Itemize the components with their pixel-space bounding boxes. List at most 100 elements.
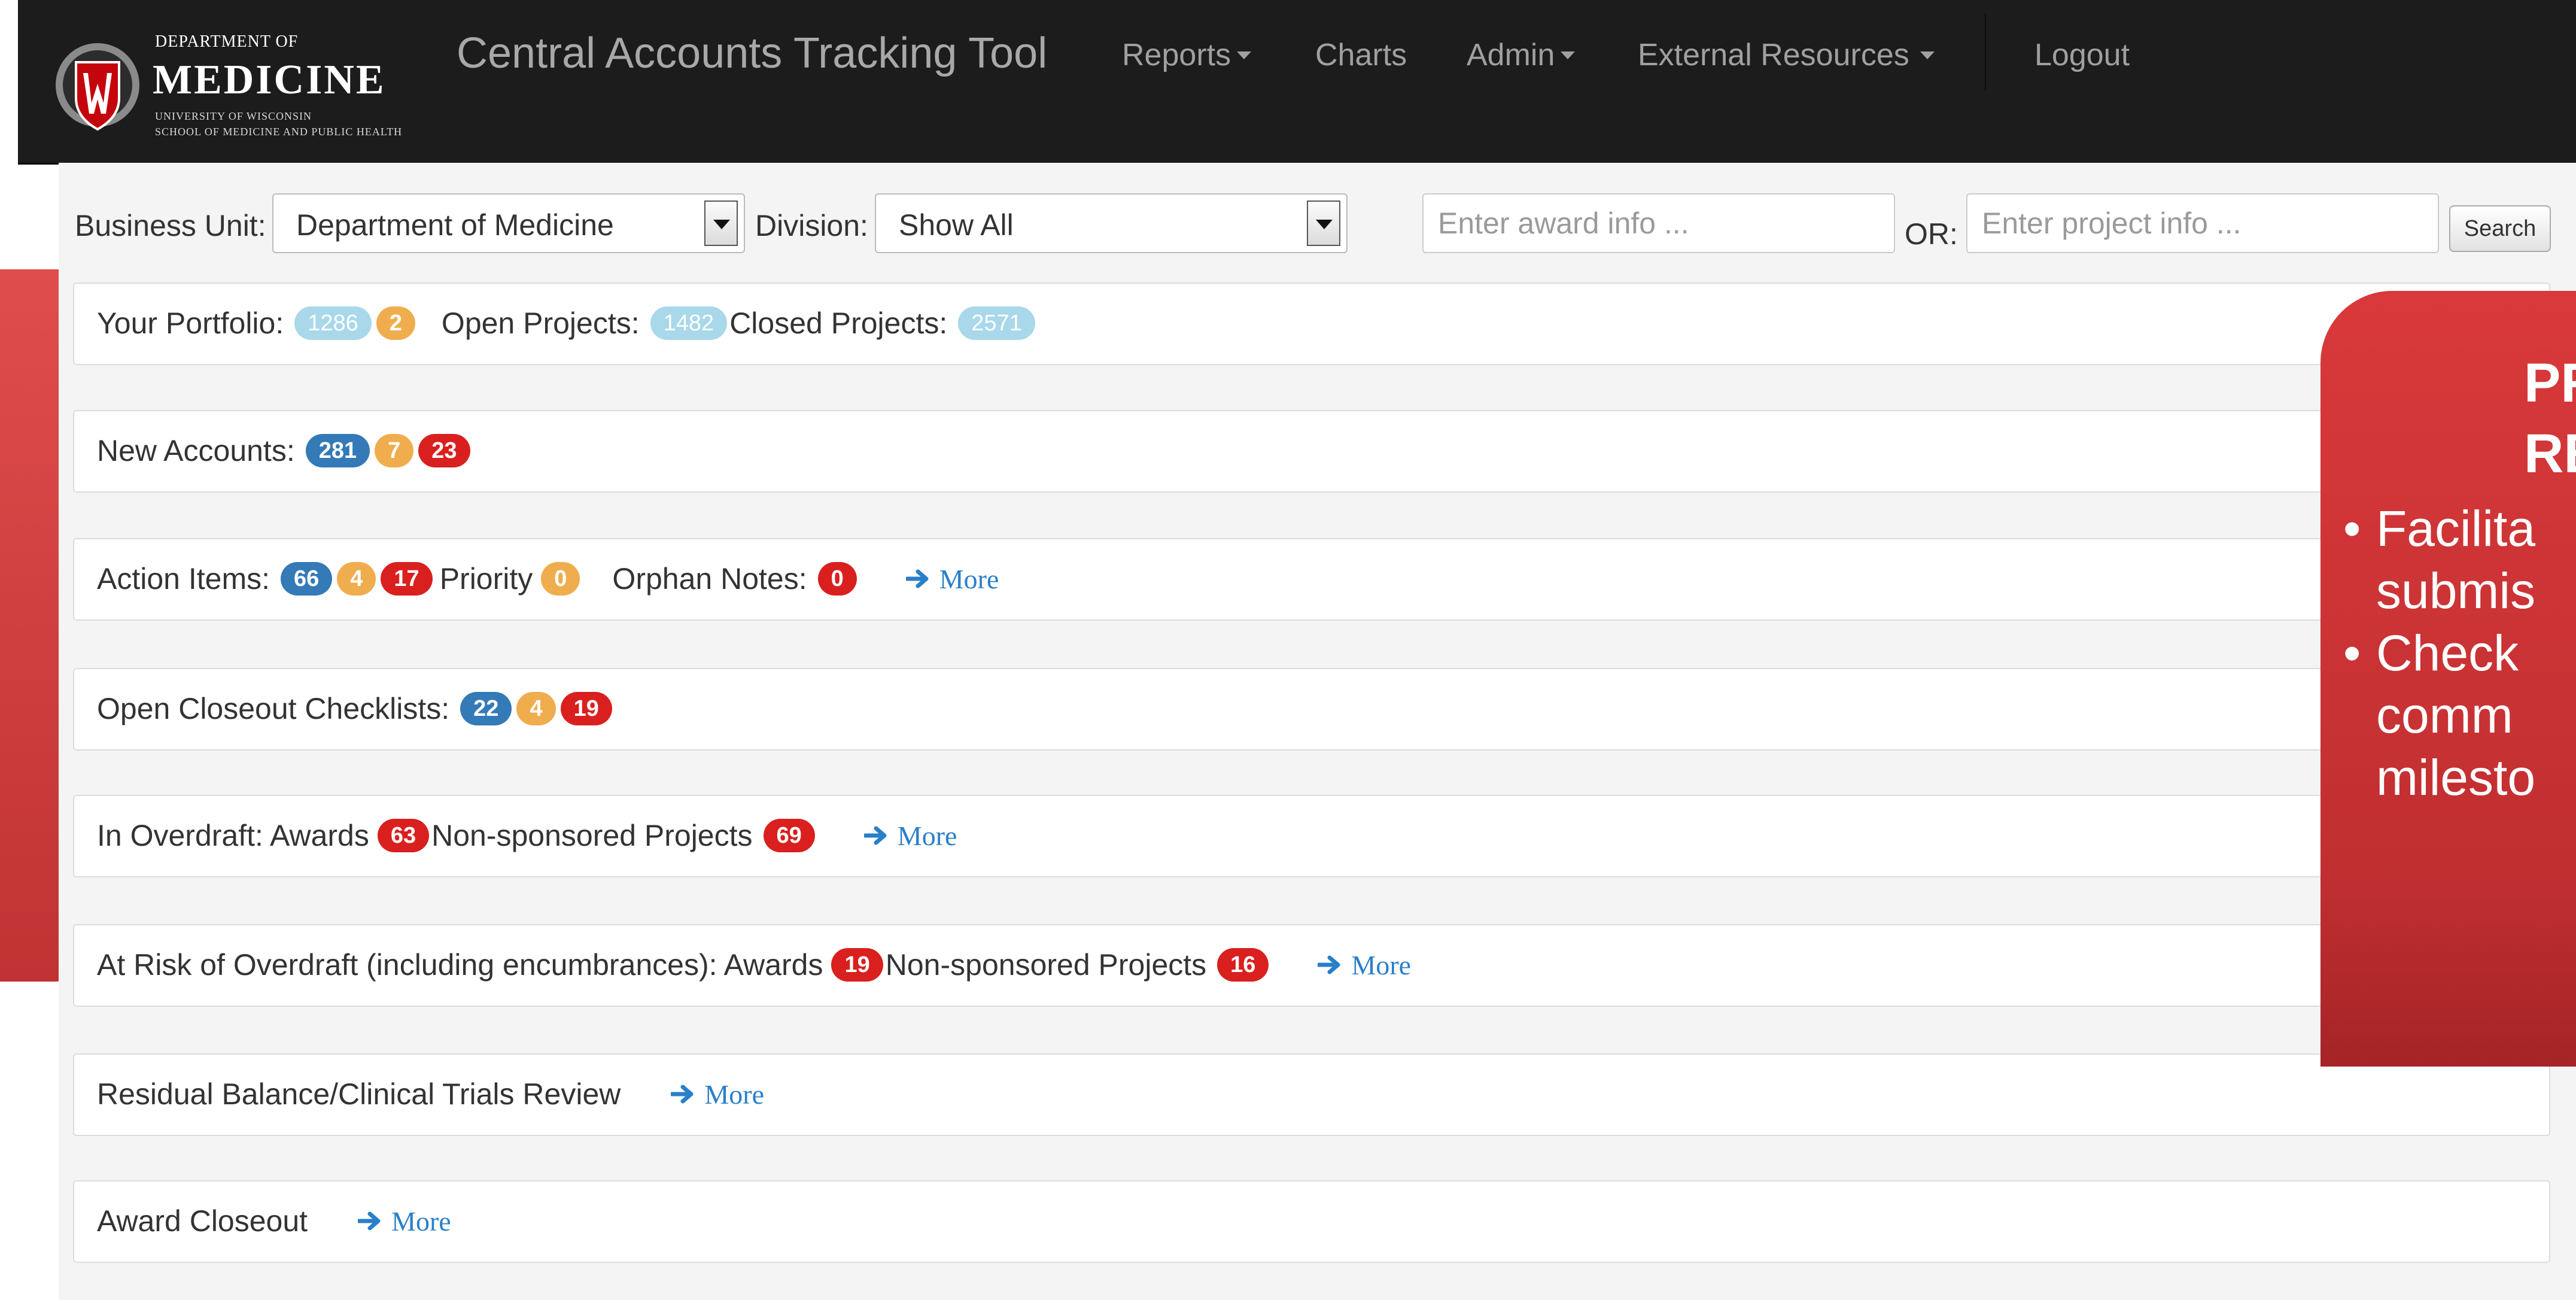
- nav-admin[interactable]: Admin: [1467, 37, 1576, 73]
- action-items-orange-badge[interactable]: 4: [337, 562, 376, 596]
- at-risk-nonsponsored-badge[interactable]: 16: [1217, 948, 1269, 982]
- open-projects-label: Open Projects:: [441, 306, 640, 340]
- at-risk-more-label: More: [1351, 949, 1412, 980]
- orphan-notes-label: Orphan Notes:: [612, 562, 807, 596]
- division-label: Division:: [755, 209, 868, 242]
- chevron-down-icon: [704, 201, 738, 246]
- at-risk-more-link[interactable]: More: [1318, 949, 1411, 981]
- callout-bullet-2-line-2: comm: [2376, 687, 2513, 743]
- new-accounts-panel: New Accounts: 281 7 23: [73, 410, 2550, 493]
- arrow-right-icon: [1318, 955, 1340, 974]
- wisconsin-shield-icon: [56, 43, 139, 131]
- new-accounts-orange-badge[interactable]: 7: [375, 434, 414, 467]
- caret-down-icon: [1920, 51, 1935, 59]
- division-value: Show All: [899, 208, 1014, 242]
- callout-bullet-2: Check comm milesto: [2343, 622, 2535, 809]
- overdraft-panel: In Overdraft: Awards 63 Non-sponsored Pr…: [73, 795, 2550, 877]
- action-items-label: Action Items:: [97, 562, 270, 596]
- or-label: OR:: [1905, 217, 1958, 251]
- action-items-red-badge[interactable]: 17: [381, 562, 433, 596]
- nav-logout[interactable]: Logout: [2034, 37, 2130, 73]
- closed-projects-label: Closed Projects:: [729, 306, 948, 340]
- closeout-red-badge[interactable]: 19: [560, 692, 612, 725]
- callout-bullet-1-line-2: submis: [2376, 563, 2536, 619]
- orphan-notes-badge[interactable]: 0: [817, 562, 857, 596]
- new-accounts-label: New Accounts:: [97, 434, 295, 467]
- closeout-checklists-label: Open Closeout Checklists:: [97, 692, 450, 725]
- business-unit-select[interactable]: Department of Medicine: [272, 193, 745, 253]
- nav-external-resources[interactable]: External Resources: [1638, 37, 1935, 73]
- action-items-blue-badge[interactable]: 66: [281, 562, 333, 596]
- chevron-down-icon: [1307, 201, 1340, 246]
- overdraft-nonsponsored-badge[interactable]: 69: [763, 819, 815, 852]
- action-items-panel: Action Items: 66 4 17 Priority 0 Orphan …: [73, 538, 2550, 621]
- search-button[interactable]: Search: [2449, 205, 2551, 252]
- callout-bullet-2-line-1: Check: [2376, 625, 2519, 681]
- logo-school-line: SCHOOL OF MEDICINE AND PUBLIC HEALTH: [155, 126, 403, 138]
- overdraft-awards-badge[interactable]: 63: [377, 819, 430, 852]
- arrow-right-icon: [863, 826, 887, 845]
- app-title[interactable]: Central Accounts Tracking Tool: [457, 29, 1047, 78]
- open-projects-badge[interactable]: 1482: [650, 306, 728, 340]
- action-items-more-link[interactable]: More: [905, 563, 999, 595]
- caret-down-icon: [1237, 51, 1252, 59]
- nav-logout-label: Logout: [2034, 38, 2130, 72]
- at-risk-nonsponsored-label: Non-sponsored Projects: [885, 948, 1207, 982]
- closeout-orange-badge[interactable]: 4: [516, 692, 556, 725]
- caret-down-icon: [1561, 51, 1576, 59]
- award-search-input[interactable]: [1422, 193, 1895, 253]
- closeout-checklists-panel: Open Closeout Checklists: 22 4 19: [73, 668, 2550, 751]
- business-unit-label: Business Unit:: [75, 209, 266, 242]
- project-search-input[interactable]: [1966, 193, 2439, 253]
- callout-title: PRO RE: [2524, 348, 2576, 489]
- logo-medicine-line: MEDICINE: [153, 57, 386, 103]
- priority-label: Priority: [439, 562, 533, 596]
- nav-reports[interactable]: Reports: [1122, 37, 1252, 73]
- overdraft-more-link[interactable]: More: [863, 820, 957, 852]
- nav-charts[interactable]: Charts: [1315, 37, 1407, 73]
- nav-external-resources-label: External Resources: [1638, 38, 1909, 72]
- overdraft-awards-label: In Overdraft: Awards: [97, 819, 369, 852]
- award-closeout-more-link[interactable]: More: [358, 1205, 451, 1237]
- residual-more-label: More: [704, 1079, 765, 1110]
- callout-title-line-2: RE: [2524, 423, 2576, 484]
- navbar: DEPARTMENT OF MEDICINE UNIVERSITY OF WIS…: [18, 0, 2576, 165]
- division-select[interactable]: Show All: [875, 193, 1348, 253]
- closed-projects-badge[interactable]: 2571: [958, 306, 1035, 340]
- arrow-right-icon: [358, 1211, 381, 1231]
- at-risk-awards-label: At Risk of Overdraft (including encumbra…: [97, 948, 823, 982]
- department-logo[interactable]: DEPARTMENT OF MEDICINE UNIVERSITY OF WIS…: [52, 25, 435, 145]
- logo-university-line: UNIVERSITY OF WISCONSIN: [155, 110, 312, 122]
- portfolio-label: Your Portfolio:: [97, 306, 284, 340]
- arrow-right-icon: [905, 569, 929, 588]
- award-closeout-more-label: More: [391, 1205, 451, 1237]
- closeout-blue-badge[interactable]: 22: [460, 692, 512, 725]
- logo-department-line: DEPARTMENT OF: [155, 32, 299, 51]
- business-unit-value: Department of Medicine: [296, 208, 614, 242]
- portfolio-count-badge[interactable]: 1286: [294, 306, 372, 340]
- nav-admin-label: Admin: [1467, 38, 1555, 72]
- at-risk-panel: At Risk of Overdraft (including encumbra…: [73, 924, 2550, 1007]
- callout-bullet-1: Facilita submis: [2343, 497, 2535, 622]
- callout-list: Facilita submis Check comm milesto: [2343, 497, 2535, 809]
- portfolio-alert-badge[interactable]: 2: [376, 306, 415, 340]
- callout-box: PRO RE Facilita submis Check comm milest…: [2320, 291, 2576, 1067]
- overdraft-more-label: More: [897, 820, 957, 851]
- nav-divider: [1985, 13, 1986, 91]
- residual-more-link[interactable]: More: [671, 1079, 764, 1110]
- callout-bullet-1-line-1: Facilita: [2376, 500, 2536, 557]
- action-items-more-label: More: [939, 563, 999, 594]
- residual-balance-label: Residual Balance/Clinical Trials Review: [97, 1077, 621, 1111]
- award-closeout-label: Award Closeout: [97, 1204, 308, 1238]
- nav-reports-label: Reports: [1122, 38, 1231, 72]
- callout-title-line-1: PRO: [2524, 353, 2576, 414]
- residual-balance-panel: Residual Balance/Clinical Trials Review …: [73, 1053, 2550, 1136]
- priority-badge[interactable]: 0: [541, 562, 580, 596]
- award-closeout-panel: Award Closeout More: [73, 1180, 2550, 1263]
- portfolio-panel: Your Portfolio: 1286 2 Open Projects: 14…: [73, 283, 2550, 365]
- new-accounts-red-badge[interactable]: 23: [418, 434, 470, 467]
- at-risk-awards-badge[interactable]: 19: [831, 948, 883, 982]
- arrow-right-icon: [671, 1085, 694, 1104]
- overdraft-nonsponsored-label: Non-sponsored Projects: [431, 819, 753, 852]
- new-accounts-blue-badge[interactable]: 281: [305, 434, 370, 467]
